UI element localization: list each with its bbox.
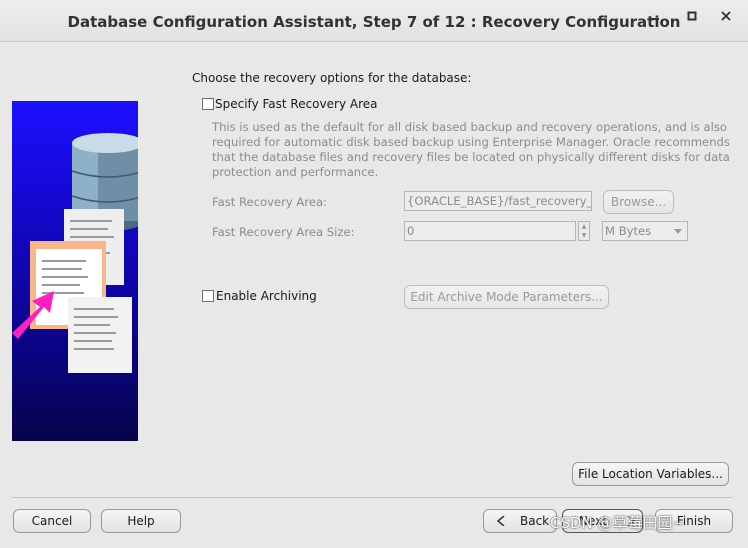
fast-recovery-area-input[interactable]: {ORACLE_BASE}/fast_recovery_a xyxy=(404,191,592,211)
enable-archiving-checkbox[interactable] xyxy=(202,290,214,302)
size-unit-select[interactable]: M Bytes xyxy=(602,221,688,241)
back-button-label: Back xyxy=(520,514,550,528)
csdn-watermark: CSDN @草莓田园~ xyxy=(550,514,686,532)
size-unit-value: M Bytes xyxy=(605,224,652,238)
file-location-variables-button[interactable]: File Location Variables... xyxy=(572,462,729,486)
back-button[interactable]: Back xyxy=(483,509,557,533)
browse-button[interactable]: Browse... xyxy=(603,190,674,214)
chevron-down-icon xyxy=(674,229,682,234)
fast-recovery-checkbox[interactable] xyxy=(202,98,214,110)
enable-archiving-label[interactable]: Enable Archiving xyxy=(216,289,317,303)
fast-recovery-size-input[interactable]: 0 xyxy=(404,221,576,241)
document-icon xyxy=(68,297,132,373)
fast-recovery-area-label: Fast Recovery Area: xyxy=(212,195,328,209)
footer-separator xyxy=(12,497,732,498)
cancel-button[interactable]: Cancel xyxy=(13,509,91,533)
edit-archive-params-button[interactable]: Edit Archive Mode Parameters... xyxy=(404,285,609,309)
illustration-panel xyxy=(12,101,138,441)
fast-recovery-description: This is used as the default for all disk… xyxy=(212,120,730,179)
recovery-prompt: Choose the recovery options for the data… xyxy=(192,71,472,85)
chevron-left-icon xyxy=(497,516,505,526)
fast-recovery-size-label: Fast Recovery Area Size: xyxy=(212,225,355,239)
wizard-body: Choose the recovery options for the data… xyxy=(0,0,748,533)
spinner-up-icon[interactable]: ▲ xyxy=(579,222,589,231)
help-button[interactable]: Help xyxy=(101,509,181,533)
spinner-down-icon[interactable]: ▼ xyxy=(579,231,589,240)
fast-recovery-checkbox-label[interactable]: Specify Fast Recovery Area xyxy=(215,97,377,111)
size-spinner[interactable]: ▲ ▼ xyxy=(578,221,590,241)
